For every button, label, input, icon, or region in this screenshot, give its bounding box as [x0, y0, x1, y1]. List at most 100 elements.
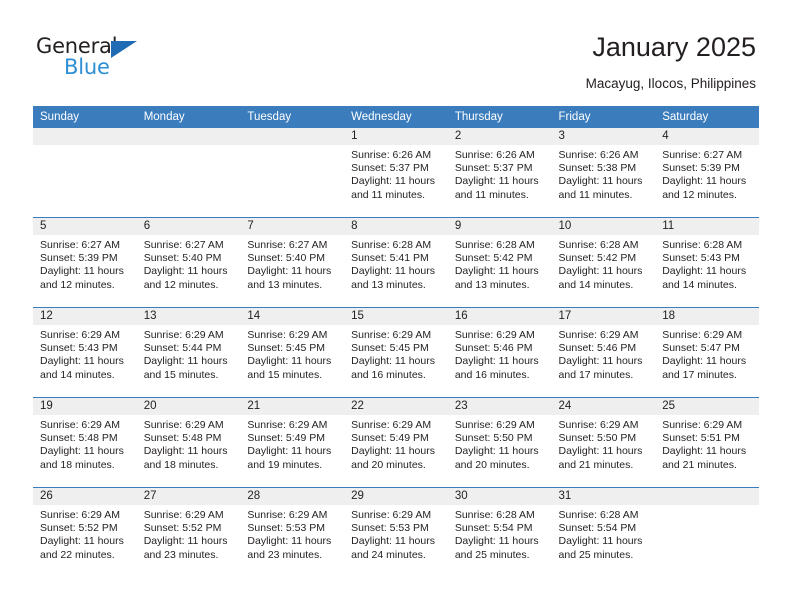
calendar-day-cell[interactable]: 20 Sunrise: 6:29 AM Sunset: 5:48 PM Dayligh…	[136, 397, 241, 488]
sunset-time: Sunset: 5:50 PM	[454, 432, 533, 445]
calendar-day-cell[interactable]: 11 Sunrise: 6:28 AM Sunset: 5:43 PM Dayligh…	[655, 217, 759, 308]
daylight-duration-line1: Daylight: 11 hours	[558, 355, 643, 368]
blue-triangle-icon	[111, 41, 137, 58]
day-number: 1	[344, 128, 448, 145]
sunset-time: Sunset: 5:49 PM	[247, 432, 326, 445]
sunrise-time: Sunrise: 6:27 AM	[247, 239, 328, 251]
calendar-cell-empty	[655, 487, 759, 577]
daylight-duration-line1: Daylight: 11 hours	[454, 355, 539, 368]
day-details: Sunrise: 6:28 AM Sunset: 5:41 PM Daylight:…	[344, 235, 448, 292]
daylight-duration-line2: and 13 minutes.	[351, 278, 426, 291]
daylight-duration-line2: and 16 minutes.	[454, 368, 530, 381]
daylight-duration-line2: and 25 minutes.	[454, 548, 530, 561]
calendar-day-cell[interactable]: 31 Sunrise: 6:28 AM Sunset: 5:54 PM Dayligh…	[551, 487, 656, 577]
sunrise-time: Sunrise: 6:26 AM	[558, 149, 639, 161]
sunrise-time: Sunrise: 6:28 AM	[454, 509, 535, 521]
daylight-duration-line2: and 20 minutes.	[351, 458, 426, 471]
calendar-day-cell[interactable]: 29 Sunrise: 6:29 AM Sunset: 5:53 PM Dayligh…	[344, 487, 448, 577]
calendar-day-cell[interactable]: 19 Sunrise: 6:29 AM Sunset: 5:48 PM Dayligh…	[33, 397, 137, 488]
daylight-duration-line1: Daylight: 11 hours	[351, 535, 435, 548]
calendar-day-cell[interactable]: 4 Sunrise: 6:27 AM Sunset: 5:39 PM Daylight…	[655, 128, 759, 218]
daylight-duration-line2: and 11 minutes.	[558, 188, 633, 201]
daylight-duration-line2: and 15 minutes.	[247, 368, 323, 381]
day-number	[240, 128, 345, 145]
sunset-time: Sunset: 5:52 PM	[143, 522, 222, 535]
daylight-duration-line2: and 11 minutes.	[351, 188, 426, 201]
daylight-duration-line1: Daylight: 11 hours	[558, 535, 643, 548]
sunrise-time: Sunrise: 6:28 AM	[662, 239, 743, 251]
calendar-day-cell[interactable]: 21 Sunrise: 6:29 AM Sunset: 5:49 PM Dayligh…	[240, 397, 345, 488]
calendar-day-cell[interactable]: 17 Sunrise: 6:29 AM Sunset: 5:46 PM Dayligh…	[551, 307, 656, 398]
weekday-header-friday: Friday	[551, 106, 656, 128]
sunset-time: Sunset: 5:40 PM	[247, 252, 326, 265]
sunset-time: Sunset: 5:41 PM	[351, 252, 429, 265]
day-number: 4	[655, 128, 759, 145]
day-number: 7	[240, 218, 345, 235]
daylight-duration-line2: and 25 minutes.	[558, 548, 634, 561]
calendar-cell-empty	[136, 128, 241, 218]
sunrise-time: Sunrise: 6:28 AM	[454, 239, 535, 251]
day-details: Sunrise: 6:29 AM Sunset: 5:50 PM Daylight:…	[448, 415, 552, 472]
calendar-day-cell[interactable]: 5 Sunrise: 6:27 AM Sunset: 5:39 PM Daylight…	[33, 217, 137, 308]
sunset-time: Sunset: 5:40 PM	[143, 252, 222, 265]
sunrise-time: Sunrise: 6:29 AM	[662, 419, 743, 431]
sunrise-time: Sunrise: 6:28 AM	[351, 239, 432, 251]
calendar-day-cell[interactable]: 7 Sunrise: 6:27 AM Sunset: 5:40 PM Daylight…	[240, 217, 345, 308]
day-details: Sunrise: 6:27 AM Sunset: 5:39 PM Daylight:…	[33, 235, 137, 292]
calendar-day-cell[interactable]: 15 Sunrise: 6:29 AM Sunset: 5:45 PM Dayligh…	[344, 307, 448, 398]
sunset-time: Sunset: 5:38 PM	[558, 162, 637, 175]
daylight-duration-line1: Daylight: 11 hours	[247, 535, 332, 548]
calendar-day-cell[interactable]: 18 Sunrise: 6:29 AM Sunset: 5:47 PM Dayligh…	[655, 307, 759, 398]
calendar-day-cell[interactable]: 27 Sunrise: 6:29 AM Sunset: 5:52 PM Dayligh…	[136, 487, 241, 577]
calendar-day-cell[interactable]: 13 Sunrise: 6:29 AM Sunset: 5:44 PM Dayligh…	[136, 307, 241, 398]
calendar-week-row: 5 Sunrise: 6:27 AM Sunset: 5:39 PM Daylight…	[33, 217, 759, 308]
calendar-cell-empty	[33, 128, 137, 218]
daylight-duration-line1: Daylight: 11 hours	[558, 445, 643, 458]
general-blue-logo[interactable]: General Blue	[36, 36, 176, 86]
calendar-day-cell[interactable]: 12 Sunrise: 6:29 AM Sunset: 5:43 PM Dayligh…	[33, 307, 137, 398]
calendar-day-cell[interactable]: 9 Sunrise: 6:28 AM Sunset: 5:42 PM Daylight…	[447, 217, 552, 308]
sunrise-time: Sunrise: 6:29 AM	[558, 419, 639, 431]
weekday-header-thursday: Thursday	[447, 106, 552, 128]
calendar-day-cell[interactable]: 2 Sunrise: 6:26 AM Sunset: 5:37 PM Daylight…	[447, 128, 552, 218]
weekday-header-wednesday: Wednesday	[344, 106, 448, 128]
day-number: 3	[551, 128, 656, 145]
daylight-duration-line2: and 17 minutes.	[558, 368, 634, 381]
calendar-day-cell[interactable]: 14 Sunrise: 6:29 AM Sunset: 5:45 PM Dayligh…	[240, 307, 345, 398]
daylight-duration-line1: Daylight: 11 hours	[662, 445, 747, 458]
day-details: Sunrise: 6:28 AM Sunset: 5:42 PM Daylight:…	[448, 235, 552, 292]
calendar-day-cell[interactable]: 28 Sunrise: 6:29 AM Sunset: 5:53 PM Dayligh…	[240, 487, 345, 577]
calendar-week-row: 19 Sunrise: 6:29 AM Sunset: 5:48 PM Dayligh…	[33, 397, 759, 488]
daylight-duration-line1: Daylight: 11 hours	[143, 535, 228, 548]
sunset-time: Sunset: 5:37 PM	[454, 162, 533, 175]
daylight-duration-line1: Daylight: 11 hours	[247, 355, 332, 368]
daylight-duration-line2: and 18 minutes.	[40, 458, 115, 471]
calendar-day-cell[interactable]: 24 Sunrise: 6:29 AM Sunset: 5:50 PM Dayligh…	[551, 397, 656, 488]
calendar-day-cell[interactable]: 26 Sunrise: 6:29 AM Sunset: 5:52 PM Dayligh…	[33, 487, 137, 577]
sunrise-time: Sunrise: 6:29 AM	[662, 329, 743, 341]
daylight-duration-line1: Daylight: 11 hours	[143, 265, 228, 278]
calendar-day-cell[interactable]: 10 Sunrise: 6:28 AM Sunset: 5:42 PM Dayligh…	[551, 217, 656, 308]
calendar-day-cell[interactable]: 23 Sunrise: 6:29 AM Sunset: 5:50 PM Dayligh…	[447, 397, 552, 488]
calendar-day-cell[interactable]: 16 Sunrise: 6:29 AM Sunset: 5:46 PM Dayligh…	[447, 307, 552, 398]
daylight-duration-line1: Daylight: 11 hours	[454, 445, 539, 458]
day-number: 27	[136, 488, 241, 505]
calendar-day-cell[interactable]: 6 Sunrise: 6:27 AM Sunset: 5:40 PM Daylight…	[136, 217, 241, 308]
calendar-day-cell[interactable]: 3 Sunrise: 6:26 AM Sunset: 5:38 PM Daylight…	[551, 128, 656, 218]
calendar-day-cell[interactable]: 30 Sunrise: 6:28 AM Sunset: 5:54 PM Dayligh…	[447, 487, 552, 577]
sunrise-time: Sunrise: 6:26 AM	[454, 149, 535, 161]
calendar-day-cell[interactable]: 25 Sunrise: 6:29 AM Sunset: 5:51 PM Dayligh…	[655, 397, 759, 488]
sunset-time: Sunset: 5:37 PM	[351, 162, 429, 175]
calendar-day-cell[interactable]: 8 Sunrise: 6:28 AM Sunset: 5:41 PM Daylight…	[344, 217, 448, 308]
sunset-time: Sunset: 5:52 PM	[40, 522, 118, 535]
day-number: 31	[551, 488, 656, 505]
sunset-time: Sunset: 5:43 PM	[662, 252, 740, 265]
calendar-day-cell[interactable]: 22 Sunrise: 6:29 AM Sunset: 5:49 PM Dayligh…	[344, 397, 448, 488]
day-number: 12	[33, 308, 137, 325]
day-number: 24	[551, 398, 656, 415]
daylight-duration-line1: Daylight: 11 hours	[40, 535, 124, 548]
sunrise-time: Sunrise: 6:29 AM	[143, 509, 224, 521]
day-details: Sunrise: 6:29 AM Sunset: 5:53 PM Daylight:…	[240, 505, 344, 562]
calendar-day-cell[interactable]: 1 Sunrise: 6:26 AM Sunset: 5:37 PM Daylight…	[344, 128, 448, 218]
daylight-duration-line2: and 17 minutes.	[662, 368, 737, 381]
